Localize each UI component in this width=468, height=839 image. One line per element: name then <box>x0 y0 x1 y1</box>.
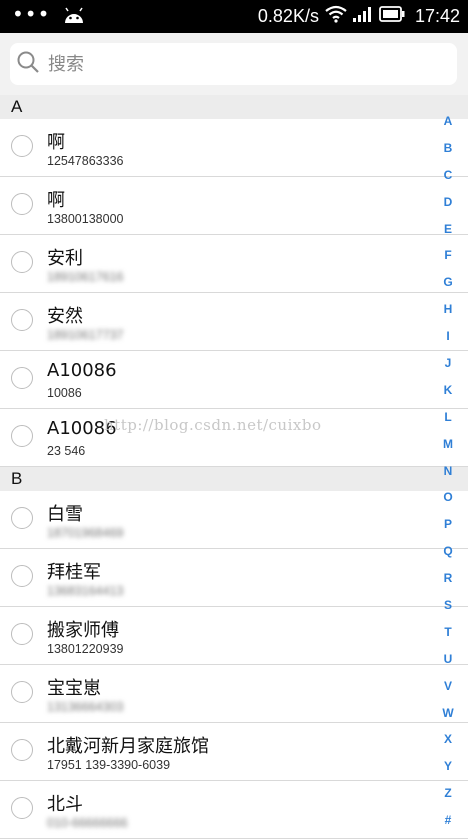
contact-phone: 13136664303 <box>47 700 124 714</box>
clock: 17:42 <box>414 6 460 26</box>
status-bar: ••• 0.82K/s 17:42 <box>0 0 468 33</box>
contact-phone: 18910617616 <box>47 270 124 284</box>
status-left: ••• <box>12 1 86 28</box>
select-radio[interactable] <box>11 681 33 703</box>
contact-row[interactable]: 白雪 18701968469 <box>0 491 468 549</box>
contact-phone: 17951 139-3390-6039 <box>47 758 171 772</box>
select-radio[interactable] <box>11 425 33 447</box>
contact-name: 北斗 <box>47 794 83 815</box>
signal-icon <box>352 6 373 27</box>
contact-phone: 23 546 <box>47 444 86 458</box>
index-letter[interactable]: K <box>436 377 460 404</box>
index-letter[interactable]: B <box>436 135 460 162</box>
index-letter[interactable]: Q <box>436 538 460 565</box>
contact-phone: 10086 <box>47 386 82 400</box>
contact-list: A 啊 12547863336 啊 13800138000 安利 18910617616 安然… <box>0 95 468 839</box>
wifi-icon <box>325 5 347 28</box>
index-letter[interactable]: Z <box>436 780 460 807</box>
contact-row[interactable]: 拜桂军 13683164413 <box>0 549 468 607</box>
contact-row[interactable]: 搬家师傅 13801220939 <box>0 607 468 665</box>
select-radio[interactable] <box>11 565 33 587</box>
section-header-b: B <box>0 467 468 491</box>
select-radio[interactable] <box>11 623 33 645</box>
network-speed: 0.82K/s <box>257 6 319 26</box>
search-bar <box>0 33 468 95</box>
contact-phone: 18910617737 <box>47 328 124 342</box>
android-icon <box>62 6 86 28</box>
contact-name: 啊 <box>47 132 65 153</box>
contact-row[interactable]: 北斗 010-66666666 <box>0 781 468 839</box>
contact-phone: 12547863336 <box>47 154 124 168</box>
contact-row[interactable]: 宝宝崽 13136664303 <box>0 665 468 723</box>
index-letter[interactable]: C <box>436 162 460 189</box>
contact-name: 搬家师傅 <box>47 620 119 641</box>
index-letter[interactable]: # <box>436 807 460 834</box>
more-dots-icon: ••• <box>12 1 51 26</box>
alphabet-index-bar[interactable]: A B C D E F G H I J K L M N O P Q R S T U V W X Y Z # <box>436 108 460 834</box>
index-letter[interactable]: L <box>436 404 460 431</box>
index-letter[interactable]: D <box>436 189 460 216</box>
index-letter[interactable]: F <box>436 242 460 269</box>
contact-name: 啊 <box>47 190 65 211</box>
contact-name: 宝宝崽 <box>47 678 101 699</box>
contact-row[interactable]: 啊 12547863336 <box>0 119 468 177</box>
index-letter[interactable]: H <box>436 296 460 323</box>
contact-row[interactable]: 啊 13800138000 <box>0 177 468 235</box>
search-input[interactable] <box>46 52 430 76</box>
index-letter[interactable]: P <box>436 511 460 538</box>
contact-name: 拜桂军 <box>47 562 101 583</box>
index-letter[interactable]: R <box>436 565 460 592</box>
index-letter[interactable]: X <box>436 726 460 753</box>
index-letter[interactable]: G <box>436 269 460 296</box>
search-box[interactable] <box>10 43 457 85</box>
contact-row[interactable]: 北戴河新月家庭旅馆 17951 139-3390-6039 <box>0 723 468 781</box>
index-letter[interactable]: N <box>436 458 460 485</box>
select-radio[interactable] <box>11 309 33 331</box>
search-icon <box>16 50 40 78</box>
battery-icon <box>379 6 405 27</box>
contact-name: A10086 <box>47 360 117 381</box>
index-letter[interactable]: O <box>436 484 460 511</box>
index-letter[interactable]: A <box>436 108 460 135</box>
index-letter[interactable]: W <box>436 700 460 727</box>
index-letter[interactable]: U <box>436 646 460 673</box>
contact-phone: 13800138000 <box>47 212 124 226</box>
select-radio[interactable] <box>11 797 33 819</box>
contact-name: 白雪 <box>47 504 83 525</box>
select-radio[interactable] <box>11 367 33 389</box>
index-letter[interactable]: T <box>436 619 460 646</box>
index-letter[interactable]: Y <box>436 753 460 780</box>
select-radio[interactable] <box>11 251 33 273</box>
select-radio[interactable] <box>11 135 33 157</box>
contact-phone: 18701968469 <box>47 526 124 540</box>
contact-name: A10086 <box>47 418 117 439</box>
index-letter[interactable]: I <box>436 323 460 350</box>
contact-phone: 13683164413 <box>47 584 124 598</box>
contact-name: 安然 <box>47 306 83 327</box>
select-radio[interactable] <box>11 193 33 215</box>
contact-row[interactable]: A10086 23 546 <box>0 409 468 467</box>
index-letter[interactable]: S <box>436 592 460 619</box>
index-letter[interactable]: J <box>436 350 460 377</box>
status-right: 0.82K/s 17:42 <box>258 5 460 28</box>
contact-name: 北戴河新月家庭旅馆 <box>47 736 209 757</box>
contact-name: 安利 <box>47 248 83 269</box>
contact-row[interactable]: A10086 10086 <box>0 351 468 409</box>
index-letter[interactable]: M <box>436 431 460 458</box>
section-header-a: A <box>0 95 468 119</box>
contact-phone: 13801220939 <box>47 642 124 656</box>
select-radio[interactable] <box>11 739 33 761</box>
select-radio[interactable] <box>11 507 33 529</box>
index-letter[interactable]: V <box>436 673 460 700</box>
index-letter[interactable]: E <box>436 216 460 243</box>
contact-row[interactable]: 安利 18910617616 <box>0 235 468 293</box>
contact-phone: 010-66666666 <box>47 816 128 830</box>
contact-row[interactable]: 安然 18910617737 <box>0 293 468 351</box>
